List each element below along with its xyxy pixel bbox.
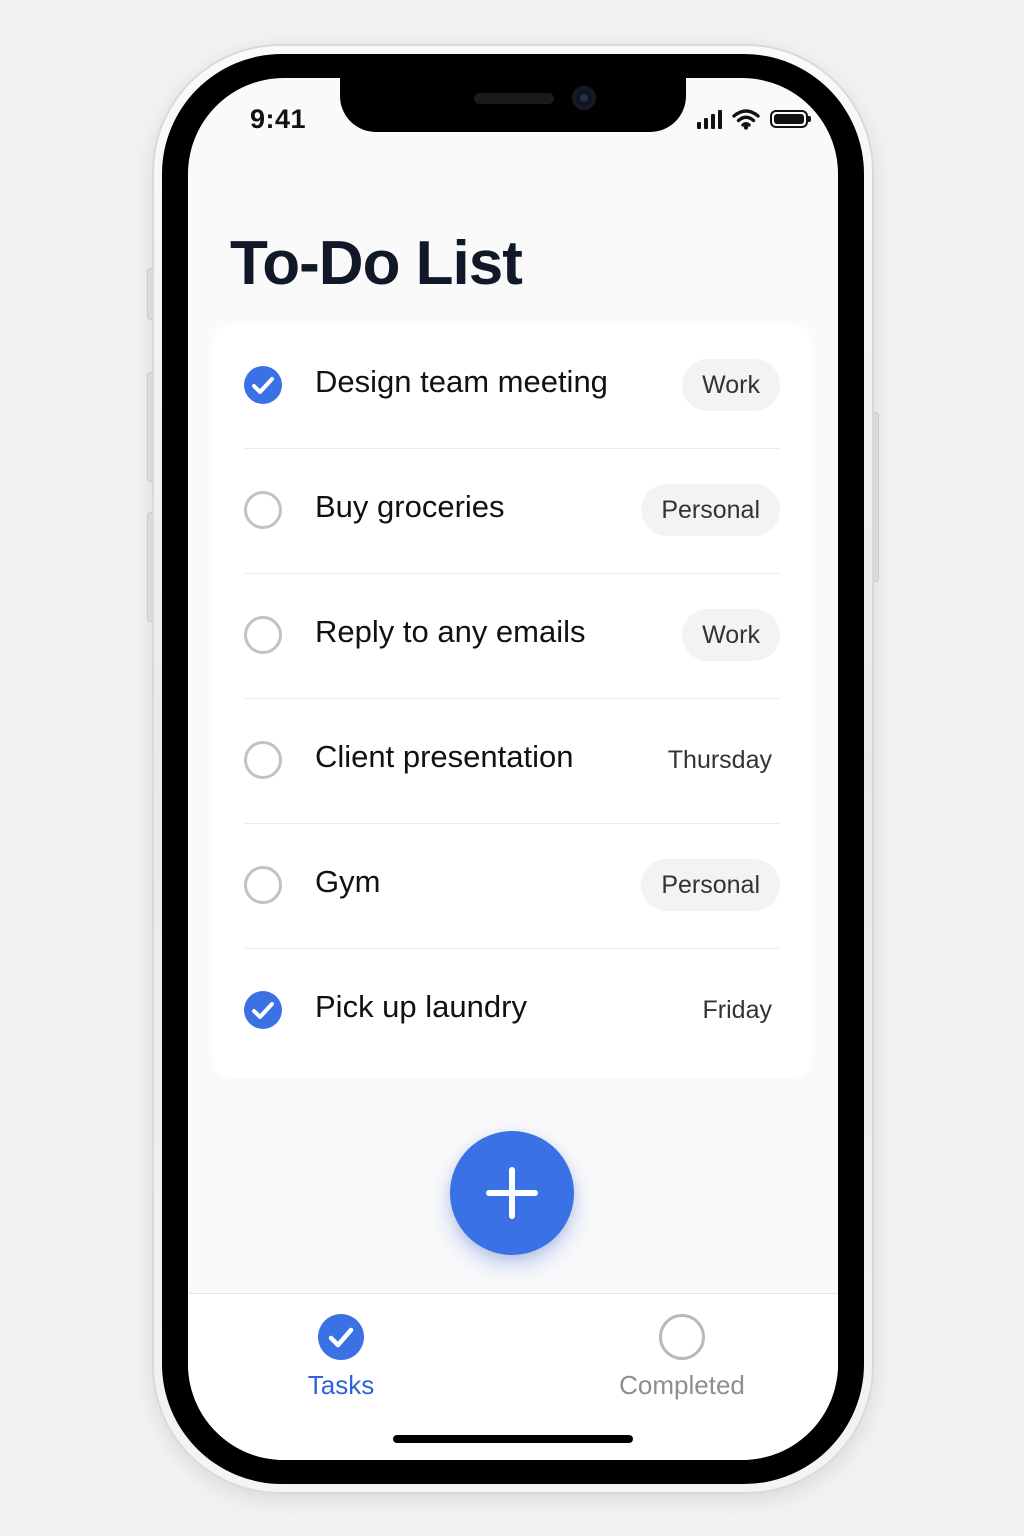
task-label: Pick up laundry — [315, 989, 527, 1024]
tab-tasks[interactable]: Tasks — [241, 1314, 441, 1414]
circle-outline-icon — [659, 1314, 705, 1360]
notch — [340, 78, 686, 132]
task-label: Design team meeting — [315, 364, 608, 399]
task-tag: Personal — [641, 484, 780, 536]
status-icons — [697, 108, 811, 130]
stage: 9:41 To-Do List Design team meeting Work — [0, 0, 1024, 1536]
task-tag: Work — [682, 609, 780, 661]
page-title: To-Do List — [230, 229, 523, 298]
home-indicator — [393, 1435, 633, 1443]
task-tag: Thursday — [667, 746, 772, 774]
task-label: Reply to any emails — [315, 614, 586, 649]
tab-label-tasks: Tasks — [307, 1370, 375, 1400]
task-label: Buy groceries — [315, 489, 505, 524]
task-tag: Personal — [641, 859, 780, 911]
task-row[interactable]: Pick up laundry Friday — [212, 949, 812, 1074]
status-time: 9:41 — [250, 104, 307, 134]
task-label: Client presentation — [315, 739, 574, 774]
speaker-grille — [474, 93, 554, 104]
task-list-card: Design team meeting Work Buy groceries P… — [212, 324, 812, 1078]
task-tag: Friday — [702, 996, 772, 1024]
tab-label-completed: Completed — [619, 1370, 745, 1400]
phone-screen: 9:41 To-Do List Design team meeting Work — [188, 78, 838, 1460]
cellular-signal-icon — [697, 109, 722, 129]
battery-icon — [770, 110, 811, 128]
task-row[interactable]: Reply to any emails Work — [212, 574, 812, 699]
task-checkbox-checked[interactable] — [244, 991, 282, 1029]
task-checkbox[interactable] — [244, 866, 282, 904]
task-checkbox-checked[interactable] — [244, 366, 282, 404]
task-checkbox[interactable] — [244, 491, 282, 529]
check-circle-icon — [318, 1314, 364, 1360]
task-row[interactable]: Gym Personal — [212, 824, 812, 949]
task-checkbox[interactable] — [244, 741, 282, 779]
front-camera — [572, 86, 596, 110]
plus-icon — [486, 1167, 538, 1219]
task-row[interactable]: Buy groceries Personal — [212, 449, 812, 574]
add-task-button[interactable] — [450, 1131, 574, 1255]
task-checkbox[interactable] — [244, 616, 282, 654]
wifi-icon — [732, 109, 760, 130]
task-tag: Work — [682, 359, 780, 411]
task-row[interactable]: Client presentation Thursday — [212, 699, 812, 824]
task-row[interactable]: Design team meeting Work — [212, 324, 812, 449]
task-label: Gym — [315, 864, 381, 899]
tab-completed[interactable]: Completed — [582, 1314, 782, 1414]
